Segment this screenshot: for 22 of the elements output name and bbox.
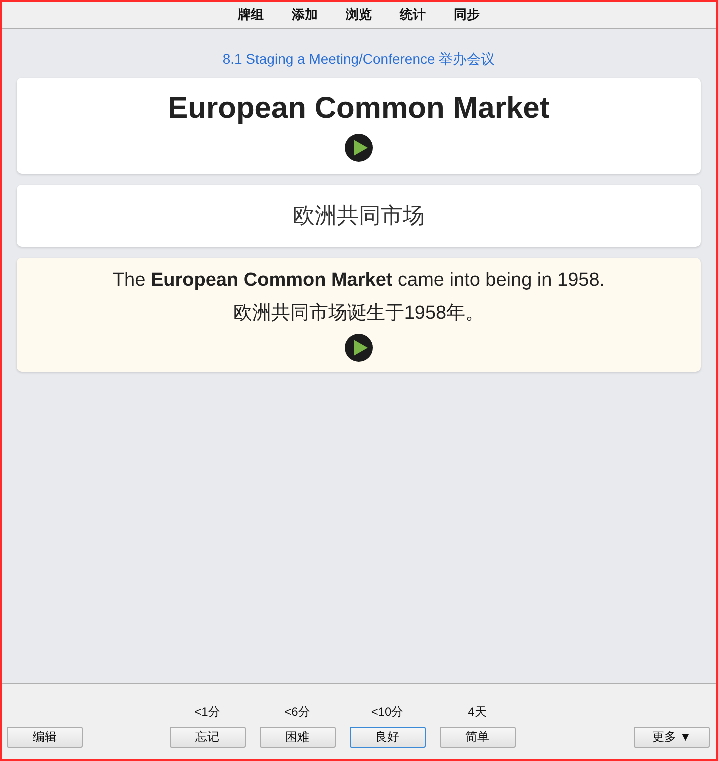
edit-button[interactable]: 编辑 [7, 727, 83, 748]
translation-text: 欧洲共同市场 [293, 202, 425, 230]
interval-label: 4天 [468, 704, 487, 721]
play-icon[interactable] [345, 334, 373, 362]
interval-label: <1分 [194, 704, 220, 721]
toolbar-link[interactable]: 统计 [400, 6, 426, 24]
more-button[interactable]: 更多 ▼ [634, 727, 710, 748]
toolbar-link[interactable]: 牌组 [238, 6, 264, 24]
toolbar-link[interactable]: 同步 [454, 6, 480, 24]
answer-button[interactable]: 良好 [350, 727, 426, 748]
term-text: European Common Market [168, 92, 550, 126]
toolbar-link[interactable]: 浏览 [346, 6, 372, 24]
interval-label: <10分 [371, 704, 404, 721]
answer-button[interactable]: 忘记 [170, 727, 246, 748]
answer-button[interactable]: 困难 [260, 727, 336, 748]
play-icon[interactable] [345, 134, 373, 162]
interval-label: <6分 [284, 704, 310, 721]
example-translation: 欧洲共同市场诞生于1958年。 [233, 302, 485, 326]
deck-path: 8.1 Staging a Meeting/Conference 举办会议 [222, 51, 496, 69]
example-sentence: The European Common Market came into being in 1958. [112, 270, 606, 292]
toolbar-link[interactable]: 添加 [292, 6, 318, 24]
answer-button[interactable]: 简单 [440, 727, 516, 748]
